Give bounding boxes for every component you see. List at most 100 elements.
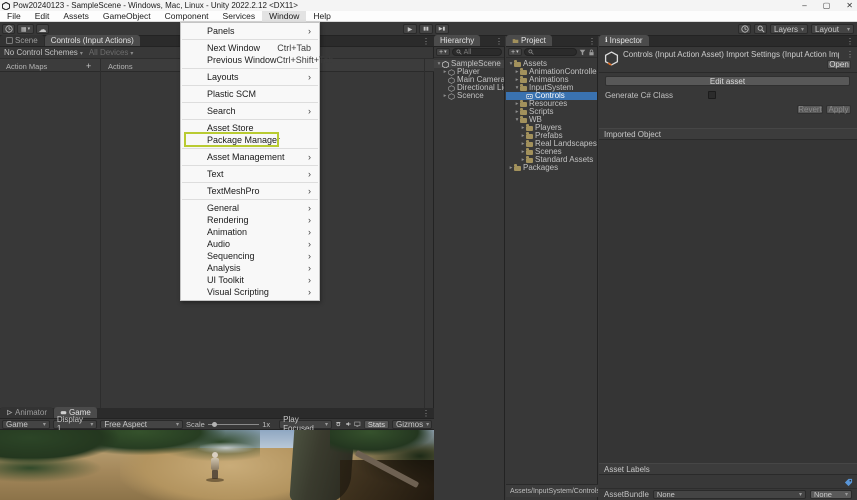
project-item-scenes[interactable]: ▸ Scenes (506, 148, 597, 156)
menu-component[interactable]: Component (158, 11, 216, 22)
devices-dropdown[interactable]: All Devices ▾ (89, 48, 134, 57)
label-tag-icon[interactable] (844, 478, 853, 487)
tab-scene[interactable]: Scene (0, 35, 44, 46)
maximize-button[interactable]: ▢ (823, 1, 831, 10)
menu-edit[interactable]: Edit (28, 11, 57, 22)
scale-slider-handle[interactable] (211, 421, 217, 427)
menu-item-next-window[interactable]: Next Window Ctrl+Tab (181, 42, 319, 54)
metrics-icon[interactable] (354, 420, 361, 428)
step-button[interactable]: ▶▮ (435, 24, 449, 34)
menu-services[interactable]: Services (216, 11, 263, 22)
menu-item-audio[interactable]: Audio › (181, 238, 319, 250)
menu-item-general[interactable]: General › (181, 202, 319, 214)
close-button[interactable]: ✕ (846, 1, 853, 10)
menu-item-search[interactable]: Search › (181, 105, 319, 117)
tab-inspector[interactable]: ℹ Inspector (599, 35, 649, 46)
mute-audio-icon[interactable] (345, 420, 352, 428)
lock-icon[interactable] (588, 49, 595, 56)
menu-item-asset-store[interactable]: Asset Store (181, 122, 319, 134)
menu-item-text[interactable]: Text › (181, 168, 319, 180)
version-history-button[interactable] (738, 24, 751, 34)
edit-asset-button[interactable]: Edit asset (605, 76, 850, 86)
cloud-services-button[interactable]: ☁ (36, 24, 49, 34)
project-item-inputsystem[interactable]: ▾ InputSystem (506, 84, 597, 92)
project-search-input[interactable] (523, 48, 577, 56)
menu-item-plastic-scm[interactable]: Plastic SCM (181, 88, 319, 100)
hierarchy-item-main-camera[interactable]: Main Camera (434, 76, 504, 84)
menu-item-textmeshpro[interactable]: TextMeshPro › (181, 185, 319, 197)
menu-item-previous-window[interactable]: Previous Window Ctrl+Shift+Tab (181, 54, 334, 66)
aspect-ratio-dropdown[interactable]: Free Aspect ▾ (100, 419, 184, 429)
tab-hierarchy[interactable]: Hierarchy (434, 35, 481, 46)
project-item-prefabs[interactable]: ▸ Prefabs (506, 132, 597, 140)
search-everything-button[interactable] (754, 24, 767, 34)
pause-button[interactable]: ▮▮ (419, 24, 433, 34)
project-menu-icon[interactable]: ⋮ (588, 37, 596, 46)
game-view-dropdown[interactable]: Game ▾ (2, 419, 50, 429)
hierarchy-item-samplescene[interactable]: ▾ SampleScene (434, 60, 504, 68)
hierarchy-item-player[interactable]: ▸ Player (434, 68, 504, 76)
layers-dropdown[interactable]: Layers ▾ (770, 24, 808, 34)
project-item-wb[interactable]: ▾ WB (506, 116, 597, 124)
project-item-real-landscapes[interactable]: ▸ Real Landscapes - Val (506, 140, 597, 148)
game-menu-icon[interactable]: ⋮ (422, 409, 430, 418)
hierarchy-item-scence[interactable]: ▸ Scence (434, 92, 504, 100)
project-item-controls[interactable]: Controls (506, 92, 597, 100)
menu-assets[interactable]: Assets (56, 11, 96, 22)
revert-button[interactable]: Revert (797, 105, 823, 114)
play-focused-dropdown[interactable]: Play Focused ▾ (279, 415, 332, 433)
gizmos-dropdown[interactable]: Gizmos ▾ (392, 419, 432, 429)
undo-history-button[interactable] (2, 24, 15, 34)
control-schemes-dropdown[interactable]: No Control Schemes ▾ (4, 48, 83, 57)
menu-help[interactable]: Help (306, 11, 337, 22)
open-button[interactable]: Open (827, 60, 851, 69)
menu-item-package-manager[interactable]: Package Manager (181, 132, 319, 147)
grid-snap-button[interactable]: ▦ ▾ (17, 24, 34, 34)
generate-class-checkbox[interactable] (708, 91, 716, 99)
filter-icon[interactable] (579, 49, 586, 56)
play-button[interactable]: ▶ (403, 24, 417, 34)
menu-item-rendering[interactable]: Rendering › (181, 214, 319, 226)
tab-animator[interactable]: Animator (0, 407, 54, 418)
hierarchy-search-input[interactable]: All (451, 48, 502, 56)
menu-file[interactable]: File (0, 11, 28, 22)
menu-item-analysis[interactable]: Analysis › (181, 262, 319, 274)
project-item-resources[interactable]: ▸ Resources (506, 100, 597, 108)
panel-menu-icon[interactable]: ⋮ (422, 37, 430, 46)
stats-button[interactable]: Stats (363, 419, 389, 429)
assetbundle-dropdown[interactable]: None ▾ (652, 490, 806, 499)
project-item-packages[interactable]: ▸ Packages (506, 164, 597, 172)
project-add-button[interactable]: + ▾ (508, 48, 522, 56)
layout-dropdown[interactable]: Layout ▾ (811, 24, 854, 34)
menu-item-ui-toolkit[interactable]: UI Toolkit › (181, 274, 319, 286)
header-kebab-icon[interactable]: ⋮ (846, 50, 854, 59)
column-divider[interactable] (100, 59, 101, 408)
menu-gameobject[interactable]: GameObject (96, 11, 158, 22)
project-item-animations[interactable]: ▸ Animations (506, 76, 597, 84)
hierarchy-item-directional-light[interactable]: Directional Light (434, 84, 504, 92)
project-item-animationcontrollers[interactable]: ▸ AnimationControllers (506, 68, 597, 76)
menu-item-asset-management[interactable]: Asset Management › (181, 151, 319, 163)
game-viewport[interactable] (0, 430, 434, 500)
minimize-button[interactable]: – (802, 1, 806, 10)
hierarchy-menu-icon[interactable]: ⋮ (495, 37, 503, 46)
menu-item-animation[interactable]: Animation › (181, 226, 319, 238)
project-item-standard-assets[interactable]: ▸ Standard Assets (506, 156, 597, 164)
menu-item-sequencing[interactable]: Sequencing › (181, 250, 319, 262)
apply-button[interactable]: Apply (826, 105, 851, 114)
menu-item-visual-scripting[interactable]: Visual Scripting › (181, 286, 319, 298)
asset-labels-header[interactable]: Asset Labels (599, 463, 857, 475)
assetbundle-variant-dropdown[interactable]: None ▾ (810, 490, 852, 499)
hierarchy-add-button[interactable]: + ▾ (436, 48, 450, 56)
project-item-players[interactable]: ▸ Players (506, 124, 597, 132)
scale-slider[interactable] (207, 421, 260, 427)
menu-item-layouts[interactable]: Layouts › (181, 71, 319, 83)
tab-project[interactable]: Project (506, 35, 552, 46)
inspector-menu-icon[interactable]: ⋮ (846, 37, 854, 46)
project-item-scripts[interactable]: ▸ Scripts (506, 108, 597, 116)
project-item-assets[interactable]: ▾ Assets (506, 60, 597, 68)
menu-window[interactable]: Window (262, 10, 307, 22)
tab-controls-input-actions[interactable]: Controls (Input Actions) (44, 35, 140, 46)
display-dropdown[interactable]: Display 1 ▾ (52, 415, 98, 433)
menu-item-panels[interactable]: Panels › (181, 25, 319, 37)
